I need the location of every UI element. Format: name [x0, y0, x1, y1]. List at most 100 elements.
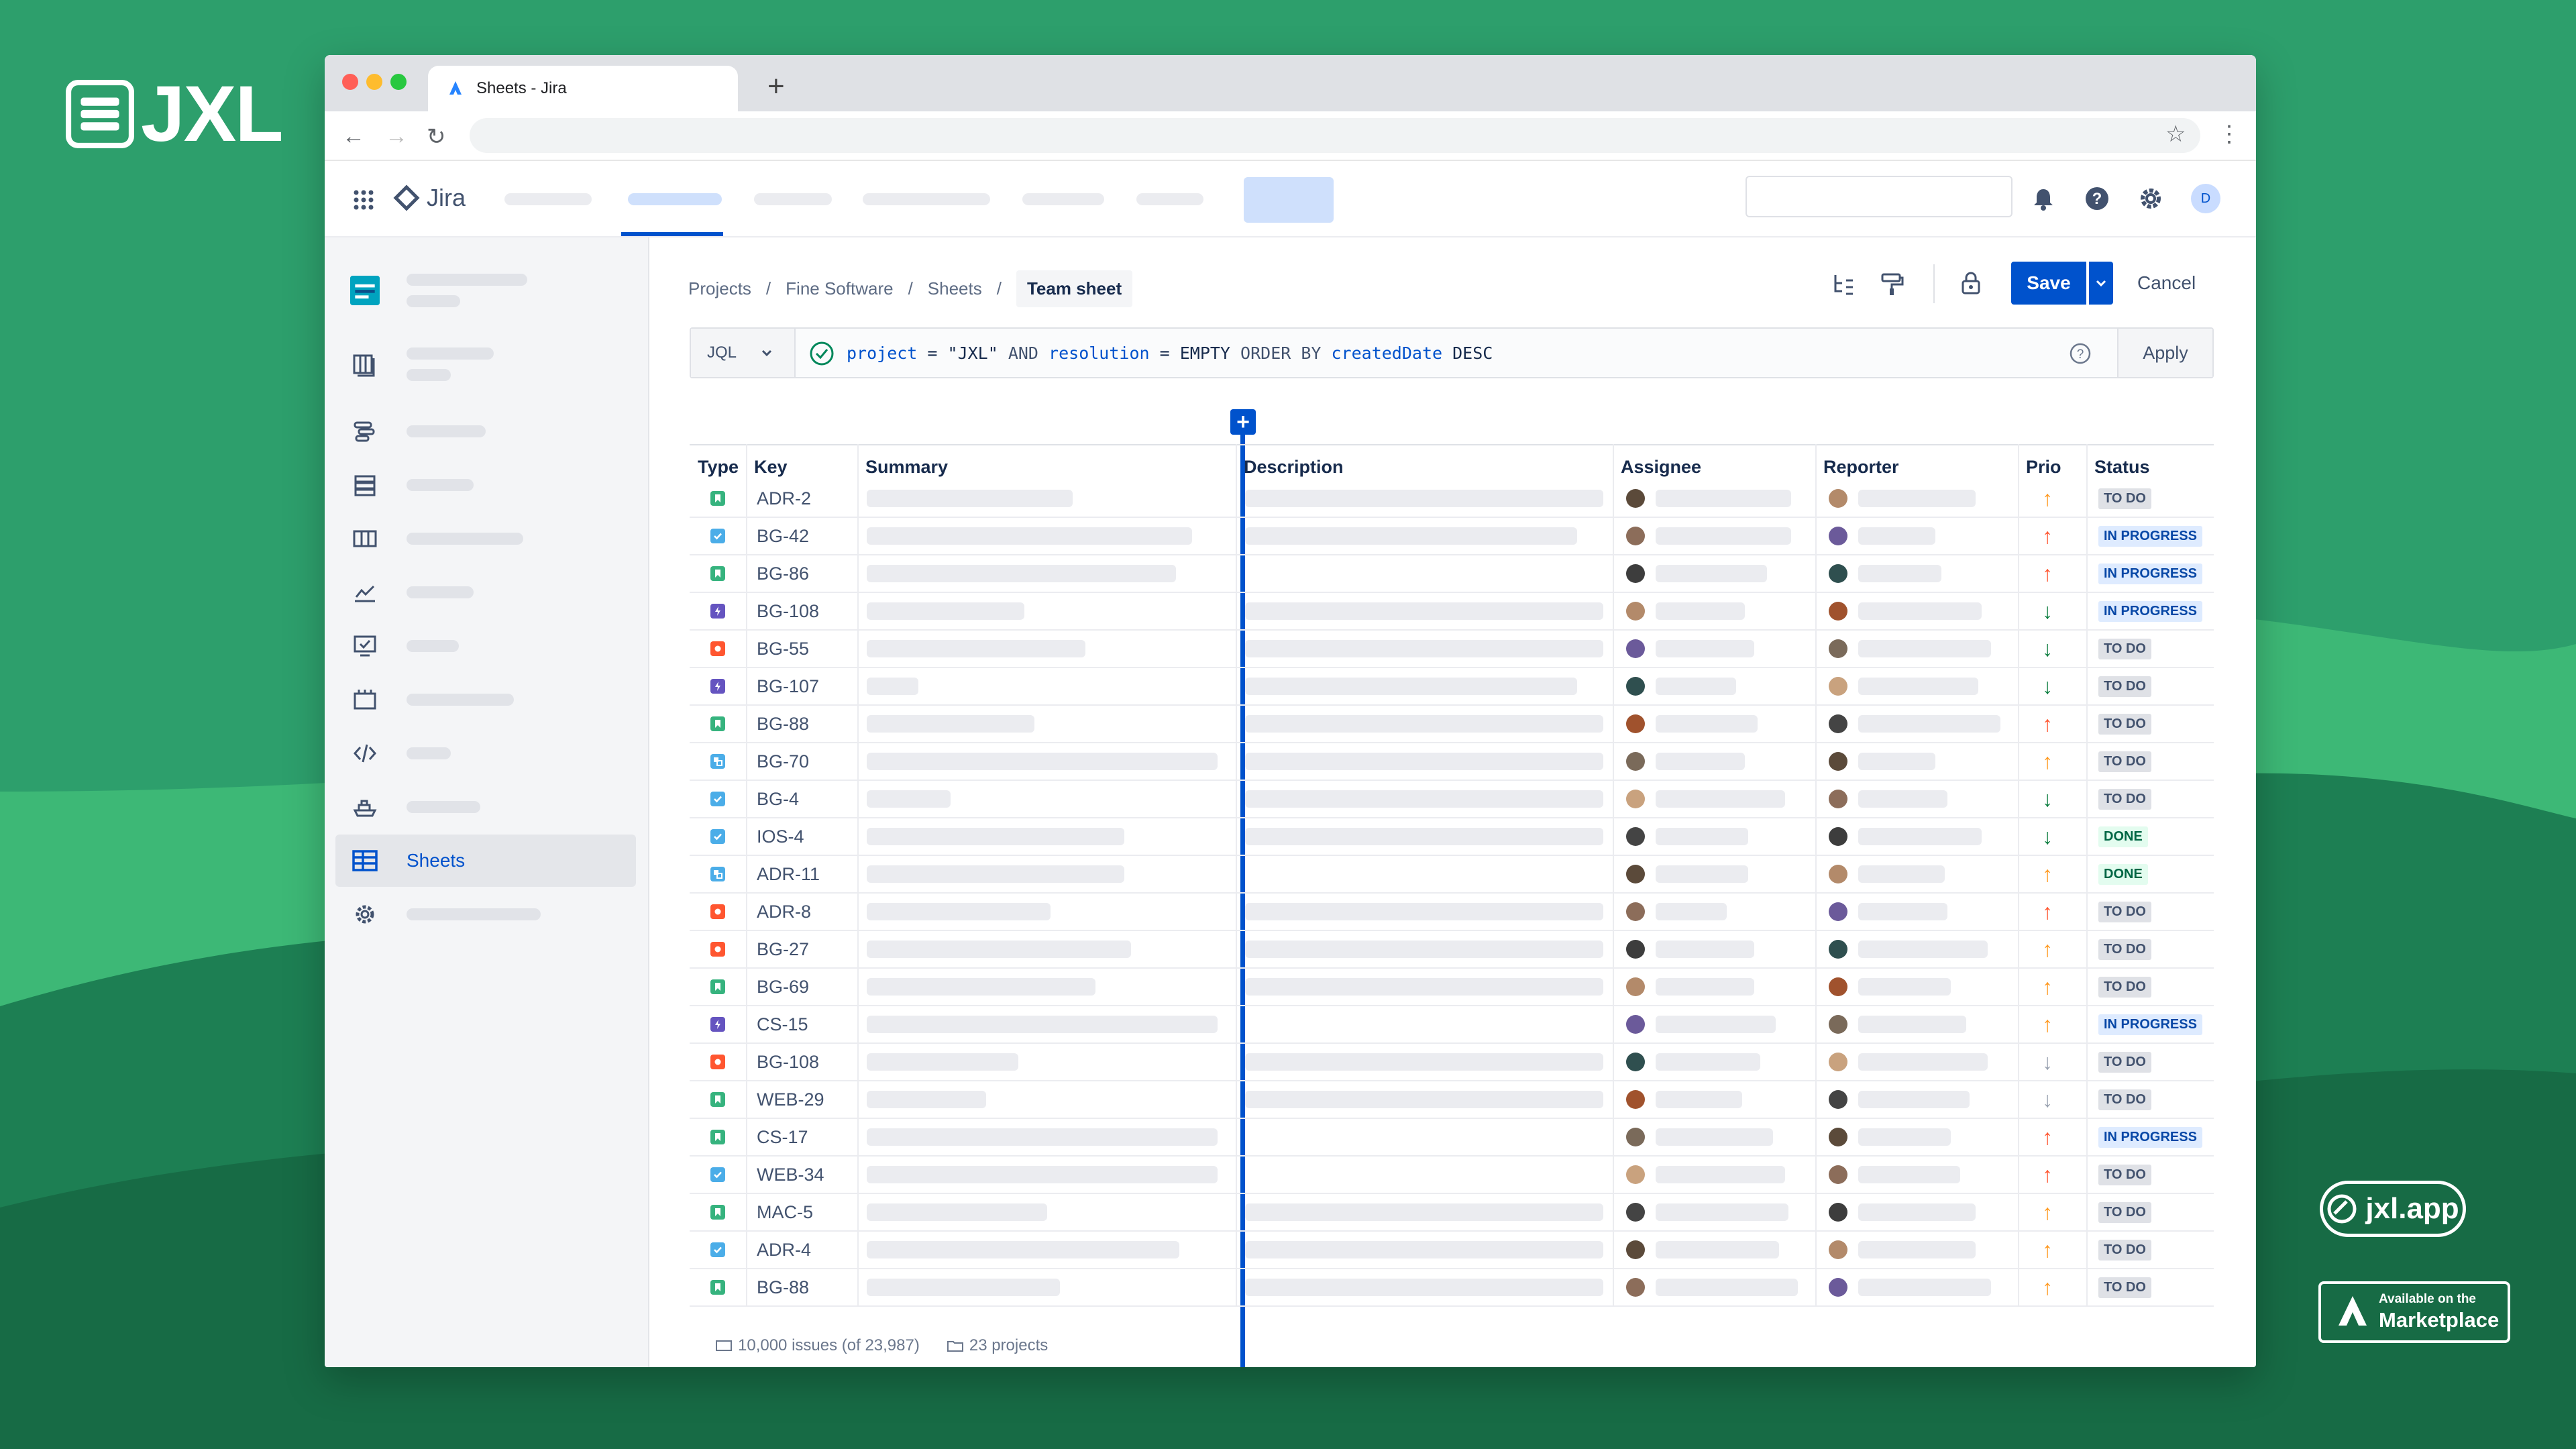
assignee-cell[interactable] [1613, 1006, 1815, 1042]
status-cell[interactable]: IN PROGRESS [2086, 1119, 2214, 1155]
reporter-cell[interactable] [1815, 593, 2018, 629]
reporter-cell[interactable] [1815, 1119, 2018, 1155]
sidebar-item-issues[interactable] [335, 459, 636, 511]
summary-cell[interactable] [867, 1269, 1229, 1305]
description-cell[interactable] [1245, 593, 1607, 629]
column-divider[interactable] [2086, 444, 2088, 1307]
sidebar-item-reports[interactable] [335, 566, 636, 619]
description-cell[interactable] [1245, 1006, 1607, 1042]
issue-key[interactable]: ADR-4 [746, 1232, 857, 1268]
jxl-app-badge[interactable]: jxl.app [2320, 1181, 2466, 1237]
table-row[interactable]: MAC-5↑TO DO [690, 1194, 2214, 1232]
breadcrumb-project[interactable]: Fine Software [786, 278, 893, 299]
issue-key[interactable]: BG-88 [746, 1269, 857, 1305]
column-divider[interactable] [2018, 444, 2019, 1307]
issue-key[interactable]: WEB-34 [746, 1157, 857, 1193]
column-divider[interactable] [857, 444, 859, 1307]
reporter-cell[interactable] [1815, 1157, 2018, 1193]
bookmark-star-icon[interactable]: ☆ [2165, 121, 2186, 148]
table-row[interactable]: BG-55↓TO DO [690, 631, 2214, 668]
issue-key[interactable]: CS-15 [746, 1006, 857, 1042]
status-cell[interactable]: IN PROGRESS [2086, 555, 2214, 592]
minimize-window-button[interactable] [366, 74, 382, 90]
assignee-cell[interactable] [1613, 894, 1815, 930]
priority-cell[interactable]: ↑ [2018, 894, 2086, 930]
description-cell[interactable] [1245, 856, 1607, 892]
assignee-cell[interactable] [1613, 631, 1815, 667]
search-input[interactable] [1746, 176, 2012, 217]
reporter-cell[interactable] [1815, 706, 2018, 742]
status-cell[interactable]: TO DO [2086, 931, 2214, 967]
status-cell[interactable]: TO DO [2086, 1232, 2214, 1268]
description-cell[interactable] [1245, 555, 1607, 592]
issue-key[interactable]: IOS-4 [746, 818, 857, 855]
description-cell[interactable] [1245, 894, 1607, 930]
assignee-cell[interactable] [1613, 593, 1815, 629]
priority-cell[interactable]: ↓ [2018, 593, 2086, 629]
issue-key[interactable]: BG-86 [746, 555, 857, 592]
assignee-cell[interactable] [1613, 1157, 1815, 1193]
issue-key[interactable]: BG-108 [746, 1044, 857, 1080]
issue-key[interactable]: BG-69 [746, 969, 857, 1005]
sidebar-item-releases[interactable] [335, 674, 636, 726]
format-painter-icon[interactable] [1878, 271, 1905, 298]
assignee-cell[interactable] [1613, 518, 1815, 554]
priority-cell[interactable]: ↑ [2018, 706, 2086, 742]
status-cell[interactable]: TO DO [2086, 781, 2214, 817]
reporter-cell[interactable] [1815, 480, 2018, 517]
apply-button[interactable]: Apply [2117, 329, 2212, 377]
table-row[interactable]: BG-42↑IN PROGRESS [690, 518, 2214, 555]
priority-cell[interactable]: ↓ [2018, 781, 2086, 817]
summary-cell[interactable] [867, 518, 1229, 554]
priority-cell[interactable]: ↑ [2018, 1119, 2086, 1155]
priority-cell[interactable]: ↑ [2018, 1269, 2086, 1305]
issue-key[interactable]: ADR-8 [746, 894, 857, 930]
user-avatar[interactable]: D [2191, 184, 2220, 213]
sidebar-item-board[interactable] [335, 513, 636, 565]
summary-cell[interactable] [867, 969, 1229, 1005]
issue-key[interactable]: ADR-11 [746, 856, 857, 892]
reporter-cell[interactable] [1815, 1081, 2018, 1118]
assignee-cell[interactable] [1613, 818, 1815, 855]
reporter-cell[interactable] [1815, 1232, 2018, 1268]
summary-cell[interactable] [867, 1157, 1229, 1193]
nav-item-placeholder[interactable] [754, 193, 832, 205]
issue-key[interactable]: WEB-29 [746, 1081, 857, 1118]
issue-key[interactable]: BG-42 [746, 518, 857, 554]
nav-item-placeholder-active[interactable] [628, 193, 722, 205]
priority-cell[interactable]: ↑ [2018, 856, 2086, 892]
summary-cell[interactable] [867, 781, 1229, 817]
status-cell[interactable]: TO DO [2086, 706, 2214, 742]
reporter-cell[interactable] [1815, 818, 2018, 855]
reporter-cell[interactable] [1815, 856, 2018, 892]
column-divider[interactable] [746, 444, 747, 1307]
issue-key[interactable]: CS-17 [746, 1119, 857, 1155]
nav-item-placeholder[interactable] [1136, 193, 1203, 205]
status-cell[interactable]: TO DO [2086, 480, 2214, 517]
issue-key[interactable]: ADR-2 [746, 480, 857, 517]
table-row[interactable]: IOS-4↓DONE [690, 818, 2214, 856]
reporter-cell[interactable] [1815, 1269, 2018, 1305]
table-row[interactable]: ADR-8↑TO DO [690, 894, 2214, 931]
description-cell[interactable] [1245, 518, 1607, 554]
browser-menu-icon[interactable]: ⋮ [2218, 121, 2241, 148]
hierarchy-icon[interactable] [1830, 271, 1857, 298]
reporter-cell[interactable] [1815, 555, 2018, 592]
browser-tab[interactable]: Sheets - Jira [428, 66, 738, 111]
status-cell[interactable]: TO DO [2086, 1194, 2214, 1230]
status-cell[interactable]: TO DO [2086, 631, 2214, 667]
sidebar-item-checklist[interactable] [335, 620, 636, 672]
summary-cell[interactable] [867, 1006, 1229, 1042]
column-header-status[interactable]: Status [2086, 444, 2214, 480]
description-cell[interactable] [1245, 743, 1607, 780]
status-cell[interactable]: TO DO [2086, 1044, 2214, 1080]
table-row[interactable]: ADR-2↑TO DO [690, 480, 2214, 518]
column-divider[interactable] [1236, 444, 1237, 1307]
sidebar-item-backlog[interactable] [335, 338, 636, 390]
table-row[interactable]: BG-27↑TO DO [690, 931, 2214, 969]
create-button[interactable] [1244, 177, 1334, 223]
notifications-icon[interactable] [2030, 185, 2057, 212]
status-cell[interactable]: TO DO [2086, 668, 2214, 704]
priority-cell[interactable]: ↑ [2018, 518, 2086, 554]
column-header-prio[interactable]: Prio [2018, 444, 2086, 480]
